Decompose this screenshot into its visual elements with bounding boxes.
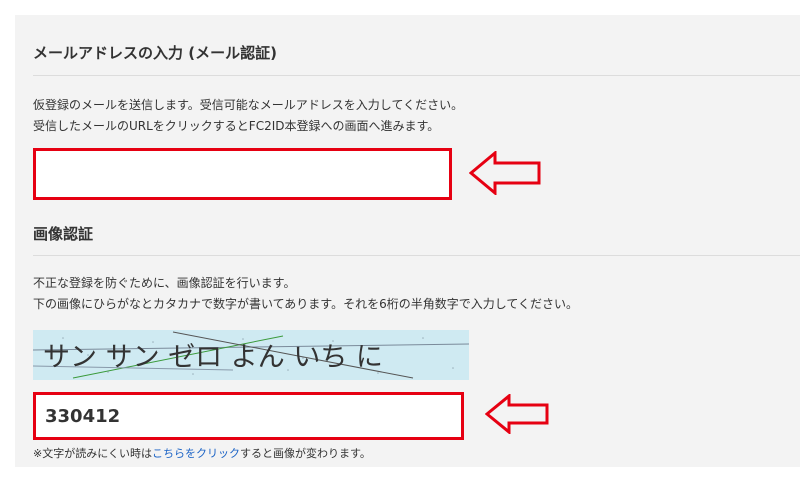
captcha-section-heading: 画像認証: [33, 225, 94, 243]
note-suffix: すると画像が変わります。: [240, 447, 371, 460]
left-arrow-icon: [469, 151, 541, 195]
email-section-divider: [33, 75, 800, 76]
captcha-desc-line1: 不正な登録を防ぐために、画像認証を行います。: [33, 276, 296, 290]
captcha-desc-line2: 下の画像にひらがなとカタカナで数字が書いてあります。それを6桁の半角数字で入力し…: [33, 297, 578, 311]
captcha-noise: サン サン ゼロ よん いち に: [33, 331, 469, 379]
refresh-captcha-note: ※文字が読みにくい時はこちらをクリックすると画像が変わります。: [33, 445, 371, 461]
captcha-section-divider: [33, 255, 800, 256]
email-input[interactable]: [33, 148, 452, 200]
left-arrow-icon: [485, 394, 549, 434]
email-section-heading: メールアドレスの入力 (メール認証): [33, 44, 277, 62]
captcha-image: サン サン ゼロ よん いち に: [33, 330, 469, 380]
captcha-text: サン サン ゼロ よん いち に: [43, 342, 383, 373]
registration-panel: メールアドレスの入力 (メール認証) 仮登録のメールを送信します。受信可能なメー…: [15, 15, 800, 467]
refresh-captcha-link[interactable]: こちらをクリック: [152, 447, 240, 460]
email-desc-line1: 仮登録のメールを送信します。受信可能なメールアドレスを入力してください。: [33, 98, 464, 112]
note-prefix: ※文字が読みにくい時は: [33, 447, 152, 460]
email-desc-line2: 受信したメールのURLをクリックするとFC2ID本登録への画面へ進みます。: [33, 119, 440, 133]
captcha-code-input[interactable]: [33, 392, 464, 440]
